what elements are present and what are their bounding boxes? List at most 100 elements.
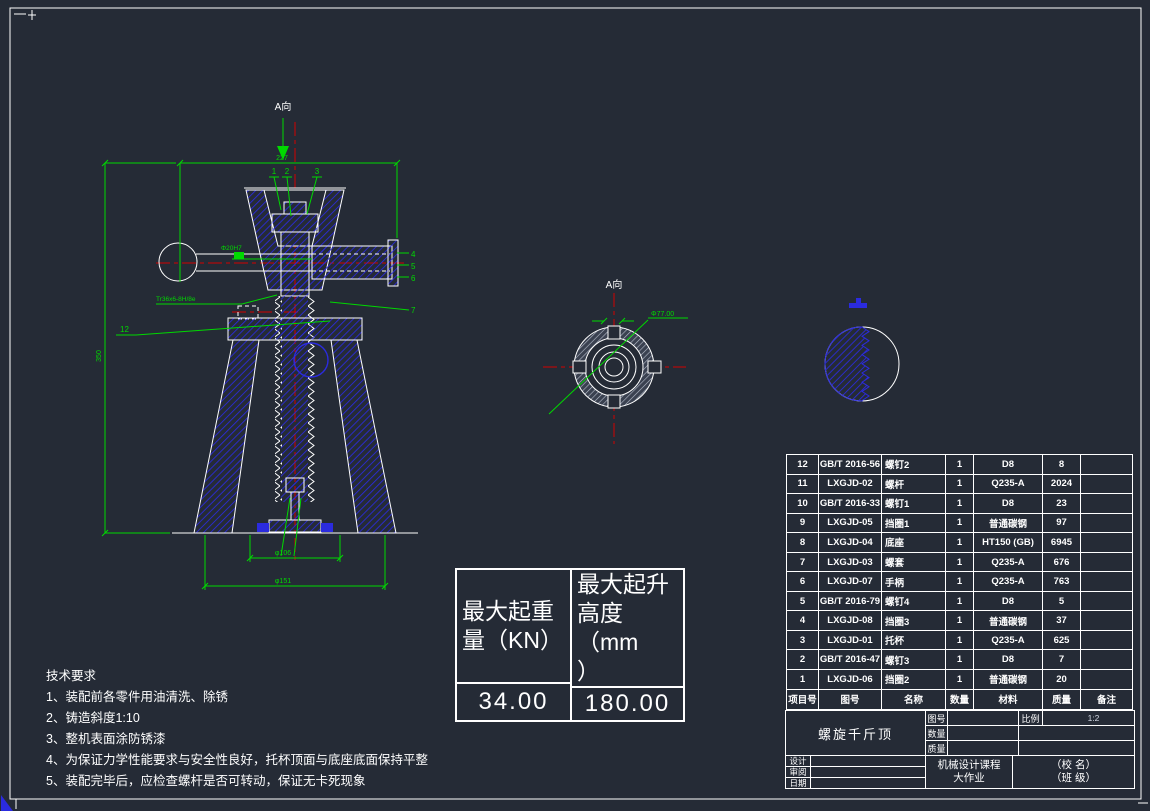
bom-cell-no: 7 — [787, 553, 819, 573]
spec-table: 最大起重 量（KN） 34.00 最大起升 高度（mm ） 180.00 — [455, 568, 685, 722]
bom-cell-material: 普通碳钢 — [974, 514, 1043, 534]
bom-cell-name: 托杯 — [882, 631, 946, 651]
class-name: （班 级） — [1051, 772, 1096, 785]
bom-header-note: 备注 — [1081, 690, 1132, 710]
bom-cell-qty: 1 — [946, 475, 974, 495]
bom-cell-no: 3 — [787, 631, 819, 651]
bom-cell-code: LXGJD-08 — [819, 611, 882, 631]
drawing-sheet[interactable]: A向 227 350 1 2 3 4 5 6 — [0, 0, 1150, 811]
balloon-2: 2 — [285, 167, 290, 176]
value-scale: 1:2 — [1043, 711, 1134, 726]
bom-cell-note — [1081, 514, 1132, 534]
bom-cell-name: 挡圈3 — [882, 611, 946, 631]
value-review — [811, 767, 926, 778]
bom-cell-no: 10 — [787, 494, 819, 514]
label-mass: 质量 — [926, 741, 948, 756]
bom-cell-mass: 2024 — [1043, 475, 1081, 495]
bom-cell-code: LXGJD-06 — [819, 670, 882, 690]
bom-cell-no: 12 — [787, 455, 819, 475]
bom-cell-no: 2 — [787, 650, 819, 670]
tech-req-item: 5、装配完毕后，应检查螺杆是否可转动，保证无卡死现象 — [46, 771, 428, 792]
school-class: （校 名） （班 级） — [1013, 756, 1134, 788]
bom-cell-note — [1081, 611, 1132, 631]
bom-cell-note — [1081, 572, 1132, 592]
part-name: 螺旋千斤顶 — [786, 711, 926, 756]
label-date: 日期 — [786, 778, 811, 788]
title-block: 螺旋千斤顶 图号 数量 质量 比例 1:2 设计 审阅 日期 机械设计课程 大作… — [785, 710, 1135, 789]
bom-cell-material: 普通碳钢 — [974, 611, 1043, 631]
tech-req-item: 1、装配前各零件用油清洗、除锈 — [46, 687, 428, 708]
value-drawing-no — [948, 711, 1019, 726]
course-line1: 机械设计课程 — [938, 759, 1001, 772]
bom-header-mass: 质量 — [1043, 690, 1081, 710]
balloon-6: 6 — [411, 274, 416, 283]
bom-cell-note — [1081, 533, 1132, 553]
bom-cell-qty: 1 — [946, 455, 974, 475]
bom-cell-mass: 763 — [1043, 572, 1081, 592]
spec-value-height: 180.00 — [572, 686, 683, 720]
bom-cell-material: D8 — [974, 455, 1043, 475]
tech-req-item: 2、铸造斜度1:10 — [46, 708, 428, 729]
spec-value-capacity: 34.00 — [457, 682, 570, 720]
bom-cell-mass: 676 — [1043, 553, 1081, 573]
balloon-7: 7 — [411, 306, 416, 315]
value-mass — [948, 741, 1019, 756]
school-name: （校 名） — [1051, 759, 1096, 772]
bom-cell-code: LXGJD-04 — [819, 533, 882, 553]
course-line2: 大作业 — [953, 772, 985, 785]
value-date — [811, 778, 926, 788]
balloon-4: 4 — [411, 250, 416, 259]
bom-cell-mass: 6945 — [1043, 533, 1081, 553]
spec-header-height: 最大起升 高度（mm ） — [572, 570, 683, 686]
bom-cell-qty: 1 — [946, 533, 974, 553]
bom-cell-qty: 1 — [946, 631, 974, 651]
bom-header-no: 项目号 — [787, 690, 819, 710]
bom-cell-note — [1081, 592, 1132, 612]
dim-outer-diameter: φ151 — [275, 578, 291, 585]
bom-header-qty: 数量 — [946, 690, 974, 710]
bom-cell-material: D8 — [974, 650, 1043, 670]
label-qty: 数量 — [926, 726, 948, 741]
section-view-label: A向 — [606, 278, 623, 291]
tech-req-item: 3、整机表面涂防锈漆 — [46, 729, 428, 750]
bom-cell-name: 螺钉1 — [882, 494, 946, 514]
bom-cell-code: LXGJD-01 — [819, 631, 882, 651]
bom-cell-mass: 625 — [1043, 631, 1081, 651]
bom-cell-code: LXGJD-02 — [819, 475, 882, 495]
bom-cell-material: D8 — [974, 592, 1043, 612]
spec-col-lift-height: 最大起升 高度（mm ） 180.00 — [570, 570, 683, 720]
bom-cell-mass: 23 — [1043, 494, 1081, 514]
bom-cell-code: GB/T 2016-33 — [819, 494, 882, 514]
spec-col-lift-capacity: 最大起重 量（KN） 34.00 — [457, 570, 570, 720]
bom-cell-name: 螺钉3 — [882, 650, 946, 670]
bom-cell-no: 6 — [787, 572, 819, 592]
value-qty — [948, 726, 1019, 741]
bom-cell-no: 11 — [787, 475, 819, 495]
bom-cell-qty: 1 — [946, 553, 974, 573]
bom-cell-note — [1081, 475, 1132, 495]
bom-cell-qty: 1 — [946, 494, 974, 514]
tech-req-item: 4、为保证力学性能要求与安全性良好，托杯顶面与底座底面保持平整 — [46, 750, 428, 771]
bom-cell-mass: 20 — [1043, 670, 1081, 690]
bom-cell-qty: 1 — [946, 514, 974, 534]
bom-cell-name: 螺套 — [882, 553, 946, 573]
bom-cell-name: 挡圈1 — [882, 514, 946, 534]
bom-table: 12GB/T 2016-56螺钉21D8811LXGJD-02螺杆1Q235-A… — [786, 454, 1133, 710]
bom-cell-no: 1 — [787, 670, 819, 690]
spec-header-capacity: 最大起重 量（KN） — [457, 570, 570, 682]
course-name: 机械设计课程 大作业 — [926, 756, 1013, 788]
bom-cell-material: 普通碳钢 — [974, 670, 1043, 690]
section-mark-icon — [849, 298, 867, 308]
bom-cell-code: LXGJD-07 — [819, 572, 882, 592]
bom-cell-material: Q235-A — [974, 631, 1043, 651]
balloon-5: 5 — [411, 262, 416, 271]
bom-header-code: 图号 — [819, 690, 882, 710]
thread-section-view — [825, 298, 899, 401]
bom-cell-name: 底座 — [882, 533, 946, 553]
bom-cell-material: Q235-A — [974, 572, 1043, 592]
dim-ring-diameter: Φ77.00 — [651, 311, 674, 318]
label-drawing-no: 图号 — [926, 711, 948, 726]
bom-cell-mass: 37 — [1043, 611, 1081, 631]
bom-cell-material: Q235-A — [974, 553, 1043, 573]
view-a-arrow-label: A向 — [275, 100, 292, 113]
